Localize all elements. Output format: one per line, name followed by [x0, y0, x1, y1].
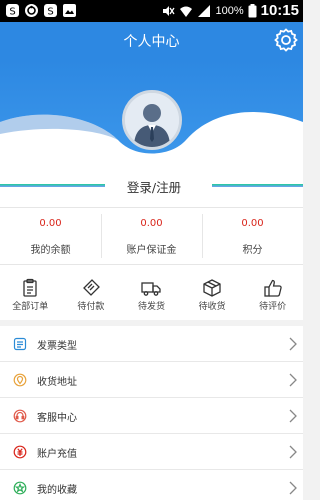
menu-label: 客服中心 [37, 413, 77, 424]
order-all-button[interactable]: 全部订单 [0, 265, 61, 320]
menu-item-my-favorites[interactable]: 我的收藏 [0, 470, 303, 500]
payment-icon [82, 279, 100, 296]
menu-label: 收货地址 [37, 377, 77, 388]
recharge-icon [13, 445, 27, 459]
settings-gear-icon[interactable] [273, 27, 299, 53]
order-pending-receipt-button[interactable]: 待收货 [182, 265, 243, 320]
stat-label: 积分 [242, 245, 263, 256]
menu-item-invoice-type[interactable]: 发票类型 [0, 326, 303, 362]
stat-value: 0.00 [241, 218, 264, 229]
chevron-right-icon [289, 409, 297, 423]
stat-points[interactable]: 0.00 积分 [202, 208, 303, 264]
decorative-line [0, 184, 105, 187]
location-icon [13, 373, 27, 387]
page-title: 个人中心 [123, 34, 180, 50]
order-pending-review-button[interactable]: 待评价 [242, 265, 303, 320]
wifi-icon [180, 6, 193, 17]
battery-icon [248, 3, 257, 17]
chevron-right-icon [289, 445, 297, 459]
login-register-link[interactable]: 登录/注册 [112, 177, 196, 196]
chevron-right-icon [289, 337, 297, 351]
menu-label: 账户充值 [37, 449, 77, 460]
menu-item-shipping-address[interactable]: 收货地址 [0, 362, 303, 398]
menu-label: 发票类型 [37, 341, 77, 352]
clock: 10:15 [260, 2, 299, 19]
svg-text:S: S [47, 7, 53, 18]
app-header: 个人中心 [0, 22, 303, 60]
stat-deposit[interactable]: 0.00 账户保证金 [101, 208, 202, 264]
decorative-line [212, 184, 303, 187]
signal-icon [198, 4, 211, 17]
photo-icon [63, 4, 76, 17]
user-avatar-icon [125, 93, 179, 147]
favorite-icon [13, 481, 27, 495]
sync-icon [25, 4, 38, 17]
thumbs-up-icon [264, 279, 282, 297]
stat-label: 我的余额 [30, 245, 71, 256]
order-label: 待评价 [259, 302, 287, 312]
stat-value: 0.00 [39, 218, 62, 229]
status-bar: S S 100% 10:15 [0, 0, 303, 22]
order-shortcuts: 全部订单 待付款 待发货 待收货 待评价 [0, 264, 303, 320]
order-label: 全部订单 [12, 302, 49, 312]
mute-icon [163, 5, 176, 16]
order-pending-shipment-button[interactable]: 待发货 [121, 265, 182, 320]
chevron-right-icon [289, 481, 297, 495]
order-label: 待发货 [137, 302, 165, 312]
package-icon [203, 279, 221, 297]
clipboard-icon [23, 278, 37, 297]
app-notification-icon: S [44, 4, 57, 18]
svg-text:S: S [9, 7, 15, 18]
avatar[interactable] [122, 90, 182, 150]
order-label: 待付款 [77, 302, 105, 312]
account-stats: 0.00 我的余额 0.00 账户保证金 0.00 积分 [0, 207, 303, 264]
truck-icon [141, 282, 162, 296]
profile-section: 登录/注册 [0, 60, 303, 207]
app-notification-icon: S [6, 4, 19, 18]
menu-item-account-recharge[interactable]: 账户充值 [0, 434, 303, 470]
stat-label: 账户保证金 [126, 245, 177, 256]
menu-item-customer-service[interactable]: 客服中心 [0, 398, 303, 434]
stat-value: 0.00 [140, 218, 163, 229]
invoice-icon [13, 337, 27, 351]
battery-percentage: 100% [215, 4, 244, 17]
settings-menu: 发票类型 收货地址 客服中心 账户充值 我的收藏 [0, 326, 303, 500]
order-label: 待收货 [198, 302, 226, 312]
menu-label: 我的收藏 [37, 485, 77, 496]
headset-icon [13, 409, 27, 423]
chevron-right-icon [289, 373, 297, 387]
order-pending-payment-button[interactable]: 待付款 [61, 265, 122, 320]
stat-balance[interactable]: 0.00 我的余额 [0, 208, 101, 264]
